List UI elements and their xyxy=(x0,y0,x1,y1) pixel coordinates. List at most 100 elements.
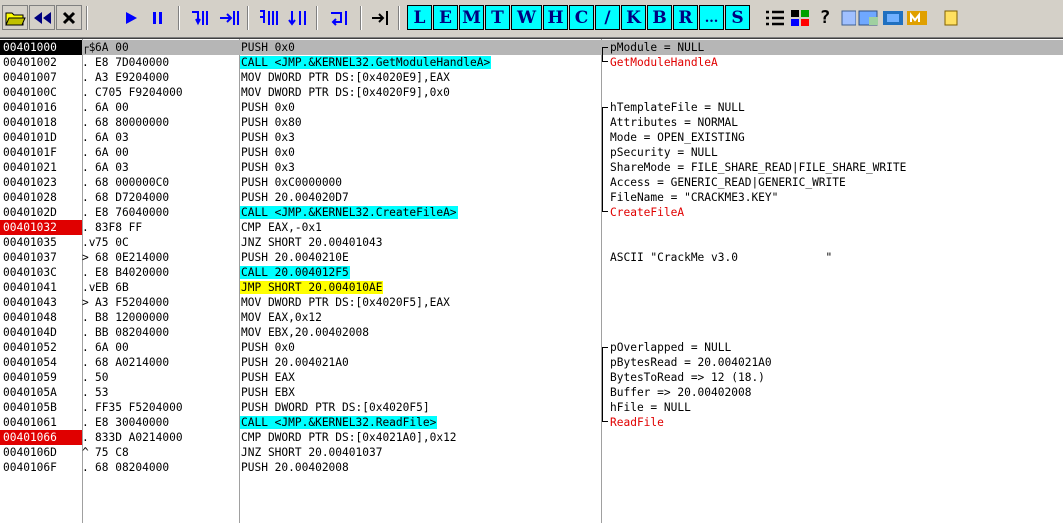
table-row[interactable]: 00401041 .v EB 6B JMP SHORT 20.004010AE xyxy=(0,280,1063,295)
table-row[interactable]: 0040105A. 53 PUSH EBX Buffer => 20.00402008 xyxy=(0,385,1063,400)
table-row[interactable]: 00401016. 6A 00 PUSH 0x0 hTemplateFile = NU… xyxy=(0,100,1063,115)
open-file-icon[interactable] xyxy=(2,5,28,30)
jump-gutter: . xyxy=(82,386,89,399)
cpu-window-button[interactable]: C xyxy=(569,5,594,30)
comment-cell xyxy=(602,295,1063,310)
table-row[interactable]: 0040103C. E8 B4020000 CALL 20.004012F5 xyxy=(0,265,1063,280)
help-icon[interactable]: ? xyxy=(812,5,838,30)
restart-icon[interactable] xyxy=(29,5,55,30)
table-row[interactable]: 0040101F. 6A 00 PUSH 0x0 pSecurity = NULL xyxy=(0,145,1063,160)
table-row[interactable]: 0040106F. 68 08204000 PUSH 20.00402008 xyxy=(0,460,1063,475)
log-window-button[interactable]: L xyxy=(407,5,432,30)
table-row[interactable]: 00401052. 6A 00 PUSH 0x0 pOverlapped = NULL xyxy=(0,340,1063,355)
hex-dump-cell: BB 08204000 xyxy=(95,326,170,339)
table-row[interactable]: 00401043 > A3 F5204000 MOV DWORD PTR DS:[0x… xyxy=(0,295,1063,310)
comment-cell: hFile = NULL xyxy=(610,401,691,414)
table-row[interactable]: 00401018. 68 80000000 PUSH 0x80 Attributes … xyxy=(0,115,1063,130)
references-window-button[interactable]: R xyxy=(673,5,698,30)
table-row[interactable]: 00401002. E8 7D040000 CALL <JMP.&KERNEL32.… xyxy=(0,55,1063,70)
disassembly-cell: PUSH 0x0 xyxy=(240,145,602,160)
comment-cell: ShareMode = FILE_SHARE_READ|FILE_SHARE_W… xyxy=(610,161,907,174)
table-row[interactable]: 00401048. B8 12000000 MOV EAX,0x12 xyxy=(0,310,1063,325)
trace-over-icon[interactable] xyxy=(285,5,311,30)
call-stack-window-button[interactable]: K xyxy=(621,5,646,30)
comment-cell xyxy=(602,85,1063,100)
hex-dump-cell: 6A 00 xyxy=(95,146,129,159)
hex-dump-cell: 53 xyxy=(95,386,109,399)
table-row[interactable]: 00401037 >68 0E214000 PUSH 20.0040210E ASCI… xyxy=(0,250,1063,265)
step-into-icon[interactable] xyxy=(188,5,214,30)
address-cell: 0040105B xyxy=(3,401,57,414)
breakpoints-window-button[interactable]: B xyxy=(647,5,672,30)
table-row[interactable]: 00401032. 83F8 FF CMP EAX,-0x1 xyxy=(0,220,1063,235)
disassembly-pane[interactable]: 00401000 ┌$ 6A 00 PUSH 0x0 pModule = NULL 004… xyxy=(0,38,1063,523)
jump-gutter: . xyxy=(82,461,89,474)
table-row[interactable]: 00401054. 68 A0214000 PUSH 20.004021A0 pByt… xyxy=(0,355,1063,370)
address-cell: 00401052 xyxy=(3,341,57,354)
jump-gutter: . xyxy=(82,71,89,84)
disassembly-cell: PUSH EBX xyxy=(240,385,602,400)
close-icon[interactable] xyxy=(56,5,82,30)
comment-cell xyxy=(602,220,1063,235)
table-row[interactable]: 00401059. 50 PUSH EAX BytesToRead => 12 (18… xyxy=(0,370,1063,385)
table-row[interactable]: 00401007. A3 E9204000 MOV DWORD PTR DS:[0x… xyxy=(0,70,1063,85)
table-row[interactable]: 00401000 ┌$ 6A 00 PUSH 0x0 pModule = NULL xyxy=(0,40,1063,55)
address-cell: 00401041 xyxy=(3,281,57,294)
table-row[interactable]: 0040102D. E8 76040000 CALL <JMP.&KERNEL32.… xyxy=(0,205,1063,220)
jump-gutter: . xyxy=(82,416,89,429)
instruction-text: CMP DWORD PTR DS:[0x4021A0],0x12 xyxy=(241,431,457,444)
modules-window-button[interactable]: E xyxy=(433,5,458,30)
memory-window-button[interactable]: M xyxy=(459,5,484,30)
call-args-bracket xyxy=(602,347,608,422)
trace-into-icon[interactable] xyxy=(256,5,282,30)
run-icon[interactable] xyxy=(118,5,144,30)
plugin-5-icon[interactable] xyxy=(938,5,964,30)
plugin-4-icon[interactable] xyxy=(904,5,930,30)
go-to-origin-icon[interactable] xyxy=(368,5,394,30)
comment-cell xyxy=(602,235,1063,250)
table-row[interactable]: 00401035 .v 75 0C JNZ SHORT 20.00401043 xyxy=(0,235,1063,250)
table-row[interactable]: 0040104D. BB 08204000 MOV EBX,20.00402008 xyxy=(0,325,1063,340)
handles-window-button[interactable]: H xyxy=(543,5,568,30)
jump-gutter: . xyxy=(82,101,89,114)
table-row[interactable]: 00401061. E8 30040000 CALL <JMP.&KERNEL32.… xyxy=(0,415,1063,430)
execute-till-return-icon[interactable] xyxy=(326,5,352,30)
instruction-text: MOV DWORD PTR DS:[0x4020F9],0x0 xyxy=(241,86,450,99)
jump-gutter: . xyxy=(82,116,89,129)
source-window-button[interactable]: S xyxy=(725,5,750,30)
disassembly-cell: JNZ SHORT 20.00401043 xyxy=(240,235,602,250)
hex-dump-cell: 6A 03 xyxy=(95,161,129,174)
disassembly-cell: PUSH 0x0 xyxy=(240,100,602,115)
hex-dump-cell: 68 08204000 xyxy=(95,461,170,474)
table-row[interactable]: 0040106D ^ 75 C8 JNZ SHORT 20.00401037 xyxy=(0,445,1063,460)
hex-dump-cell: E8 76040000 xyxy=(95,206,170,219)
disassembly-cell: CALL <JMP.&KERNEL32.GetModuleHandleA> xyxy=(240,55,602,70)
hex-dump-cell: 68 A0214000 xyxy=(95,356,170,369)
table-row[interactable]: 00401021. 6A 03 PUSH 0x3 ShareMode = FILE_S… xyxy=(0,160,1063,175)
windows-window-button[interactable]: W xyxy=(511,5,542,30)
threads-window-button[interactable]: T xyxy=(485,5,510,30)
list-icon[interactable] xyxy=(762,5,788,30)
table-row[interactable]: 00401066. 833D A0214000 CMP DWORD PTR DS:[… xyxy=(0,430,1063,445)
table-row[interactable]: 0040100C. C705 F9204000 MOV DWORD PTR DS:[… xyxy=(0,85,1063,100)
disassembly-cell: PUSH 20.00402008 xyxy=(240,460,602,475)
jump-gutter: . xyxy=(82,146,89,159)
disassembly-cell: CALL <JMP.&KERNEL32.CreateFileA> xyxy=(240,205,602,220)
appearance-icon[interactable] xyxy=(787,5,813,30)
table-row[interactable]: 00401028. 68 D7204000 PUSH 20.004020D7 File… xyxy=(0,190,1063,205)
plugin-3-icon[interactable] xyxy=(880,5,906,30)
plugin-2-icon[interactable] xyxy=(856,5,882,30)
address-cell: 0040102D xyxy=(3,206,57,219)
address-cell: 0040103C xyxy=(3,266,57,279)
patches-window-button[interactable]: / xyxy=(595,5,620,30)
table-row[interactable]: 0040105B. FF35 F5204000 PUSH DWORD PTR DS:… xyxy=(0,400,1063,415)
address-cell: 0040101D xyxy=(3,131,57,144)
instruction-text: JNZ SHORT 20.00401037 xyxy=(241,446,383,459)
table-row[interactable]: 0040101D. 6A 03 PUSH 0x3 Mode = OPEN_EXISTI… xyxy=(0,130,1063,145)
address-cell: 00401059 xyxy=(3,371,57,384)
table-row[interactable]: 00401023. 68 000000C0 PUSH 0xC0000000 Acces… xyxy=(0,175,1063,190)
pause-icon[interactable] xyxy=(145,5,171,30)
address-cell: 00401066 xyxy=(0,430,82,445)
step-over-icon[interactable] xyxy=(216,5,242,30)
run-trace-window-button[interactable]: ... xyxy=(699,5,724,30)
